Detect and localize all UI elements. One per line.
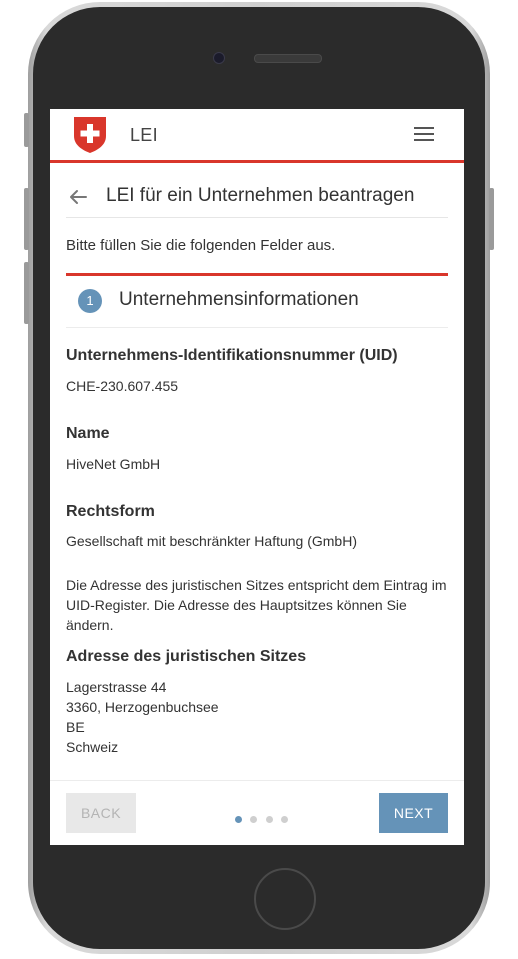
page-header: LEI für ein Unternehmen beantragen	[66, 179, 448, 218]
app-screen: LEI LEI für ein Unternehmen beantragen B…	[50, 109, 464, 845]
front-camera	[213, 52, 225, 64]
legal-form-value: Gesellschaft mit beschränkter Haftung (G…	[66, 533, 357, 549]
address-canton: BE	[66, 719, 85, 735]
name-value: HiveNet GmbH	[66, 456, 161, 472]
power-button	[489, 188, 494, 250]
wizard-footer: BACK NEXT	[50, 780, 464, 845]
uid-label: Unternehmens-Identifikationsnummer (UID)	[66, 347, 398, 364]
address-label: Adresse des juristischen Sitzes	[66, 648, 307, 665]
address-street: Lagerstrasse 44	[66, 679, 167, 695]
step-title: Unternehmensinformationen	[119, 289, 359, 310]
name-label: Name	[66, 425, 110, 442]
uid-value: CHE-230.607.455	[66, 378, 179, 394]
address-note: Die Adresse des juristischen Sitzes ents…	[66, 577, 447, 633]
hamburger-menu-icon[interactable]	[414, 127, 434, 143]
address-block: Lagerstrasse 44 3360, Herzogenbuchsee BE…	[66, 677, 219, 757]
mute-switch	[24, 113, 29, 147]
step-dot	[235, 816, 242, 823]
step-dot	[265, 816, 273, 823]
step-progress-dots	[235, 810, 292, 823]
back-button: BACK	[66, 793, 136, 833]
home-button[interactable]	[254, 868, 316, 930]
volume-down-button	[24, 262, 29, 324]
volume-up-button	[24, 188, 29, 250]
swiss-cross-shield-icon	[74, 117, 106, 153]
page-title: LEI für ein Unternehmen beantragen	[106, 185, 415, 206]
address-city: 3360, Herzogenbuchsee	[66, 699, 219, 715]
arrow-left-icon[interactable]	[66, 185, 90, 209]
app-title: LEI	[130, 125, 158, 145]
step-header: 1 Unternehmensinformationen	[66, 273, 448, 328]
legal-form-label: Rechtsform	[66, 503, 155, 520]
step-dot	[250, 816, 258, 823]
step-dot	[281, 816, 289, 823]
intro-text: Bitte füllen Sie die folgenden Felder au…	[66, 237, 336, 254]
app-bar: LEI	[50, 109, 464, 163]
earpiece-speaker	[254, 54, 322, 63]
address-country: Schweiz	[66, 739, 119, 755]
next-button[interactable]: NEXT	[379, 793, 448, 833]
step-number-badge: 1	[78, 289, 102, 313]
